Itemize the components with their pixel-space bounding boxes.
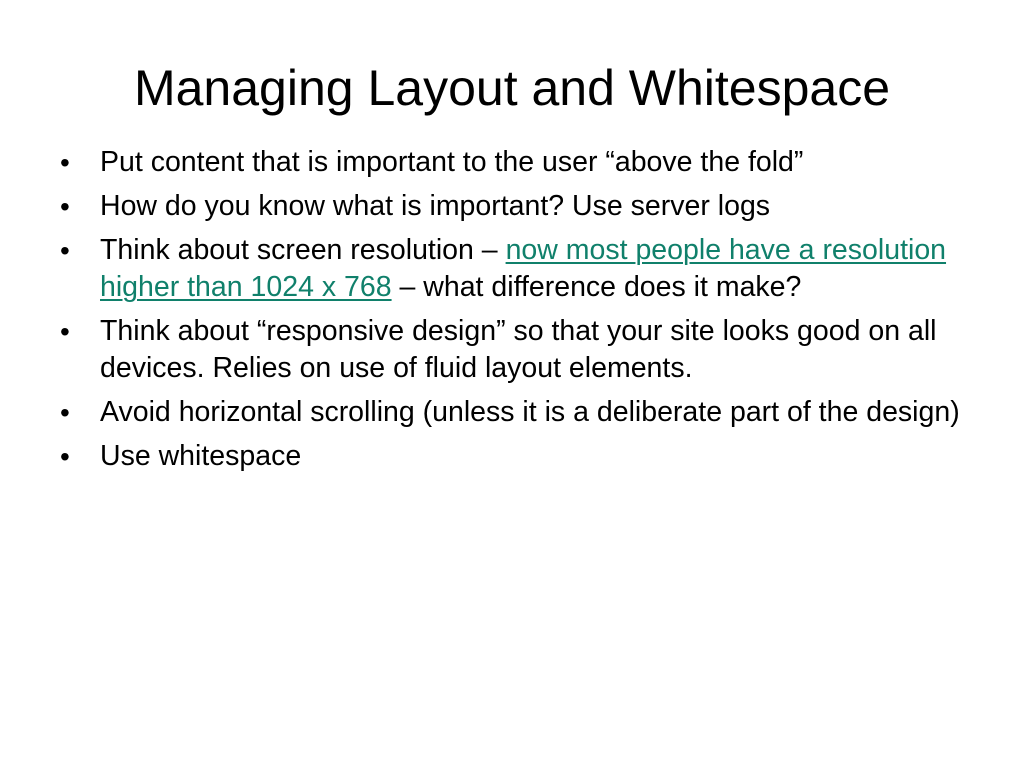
bullet-icon: • [60,316,70,347]
bullet-item-responsive-design: • Think about “responsive design” so tha… [60,313,960,387]
bullet-icon: • [60,441,70,472]
bullet-item-above-the-fold: • Put content that is important to the u… [60,144,960,181]
bullet-text: Avoid horizontal scrolling (unless it is… [100,396,960,428]
bullet-item-screen-resolution: • Think about screen resolution – now mo… [60,232,960,306]
bullet-text: Think about “responsive design” so that … [100,315,937,384]
bullet-text: How do you know what is important? Use s… [100,190,771,222]
bullet-icon: • [60,191,70,222]
bullet-item-server-logs: • How do you know what is important? Use… [60,188,960,225]
bullet-item-whitespace: • Use whitespace [60,438,960,475]
bullet-item-horizontal-scrolling: • Avoid horizontal scrolling (unless it … [60,394,960,431]
bullet-icon: • [60,397,70,428]
bullet-icon: • [60,235,70,266]
bullet-text: Put content that is important to the use… [100,146,804,178]
bullet-text-after-link: – what difference does it make? [391,271,802,303]
bullet-icon: • [60,147,70,178]
slide-title: Managing Layout and Whitespace [133,60,891,116]
bullet-list: • Put content that is important to the u… [60,144,960,482]
bullet-text-before-link: Think about screen resolution – [100,234,506,266]
bullet-text: Use whitespace [100,440,302,472]
slide: Managing Layout and Whitespace • Put con… [0,0,1024,768]
